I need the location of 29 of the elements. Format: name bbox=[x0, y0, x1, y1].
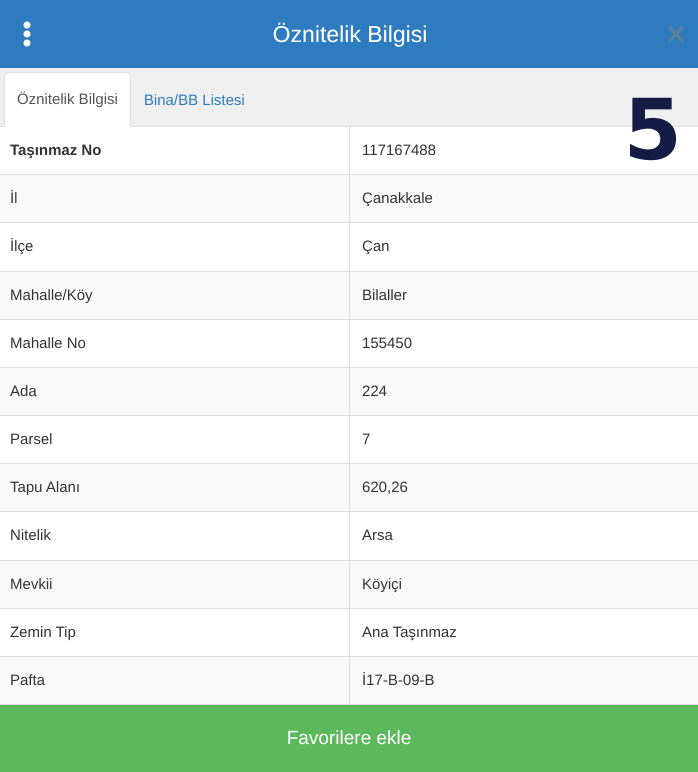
table-cell: Köyiçi bbox=[349, 560, 698, 608]
add-favorites-button[interactable]: Favorilere ekle bbox=[0, 705, 698, 772]
table-cell: Bilaller bbox=[349, 272, 698, 319]
table-cell: Çanakkale bbox=[349, 175, 698, 222]
table-cell-text: Parsel bbox=[9, 430, 54, 450]
table-cell-text: Taşınmaz No bbox=[9, 141, 102, 162]
table-cell-text: İl bbox=[9, 189, 18, 210]
menu-icon[interactable] bbox=[22, 21, 32, 47]
tab[interactable]: Öznitelik Bilgisi bbox=[4, 72, 131, 127]
table-cell-text: Ada bbox=[9, 382, 38, 402]
table-cell: Arsa bbox=[349, 512, 698, 560]
table-cell: 155450 bbox=[349, 320, 698, 367]
table-cell: Çan bbox=[349, 223, 698, 271]
table-cell-text: Mahalle No bbox=[9, 334, 87, 354]
table-cell: 7 bbox=[349, 416, 698, 464]
table-cell-text: Zemin Tip bbox=[9, 622, 77, 643]
table-cell: 620,26 bbox=[349, 464, 698, 512]
table-cell-text: İlçe bbox=[9, 237, 34, 258]
table-cell: İ17-B-09-B bbox=[349, 656, 698, 704]
table-cell-text: Tapu Alanı bbox=[9, 478, 82, 498]
window-title: Öznitelik Bilgisi bbox=[272, 20, 428, 48]
tab[interactable]: Bina/BB Listesi bbox=[130, 73, 258, 127]
table-cell-text: Pafta bbox=[9, 670, 46, 691]
table-cell: Ana Taşınmaz bbox=[349, 608, 698, 656]
step-number: 5 bbox=[624, 88, 682, 172]
table-cell: 224 bbox=[349, 368, 698, 416]
table-cell-text: Nitelik bbox=[9, 526, 52, 546]
table-cell-text: Mahalle/Köy bbox=[9, 286, 94, 306]
table-cell-text: Mevkii bbox=[9, 574, 54, 595]
